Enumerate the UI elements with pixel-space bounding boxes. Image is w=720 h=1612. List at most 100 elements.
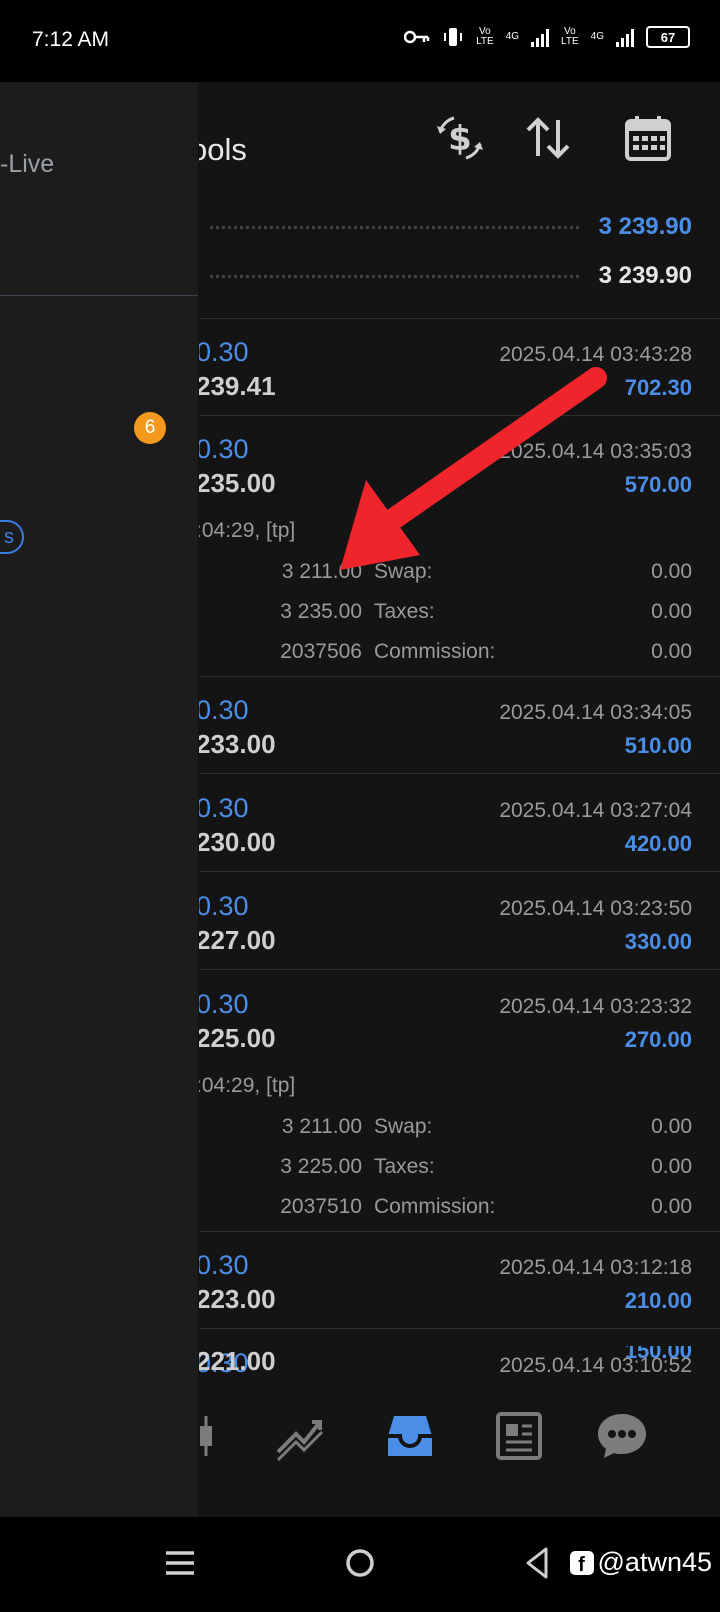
notification-badge: 6 (134, 412, 166, 444)
detail-row-swap: 3 211.00 Swap: 0.00 (196, 560, 692, 590)
deal-datetime: 2025.04.14 03:43:28 (499, 343, 692, 366)
home-icon[interactable] (338, 1541, 382, 1585)
signal-icon-2 (616, 27, 634, 47)
detail-row-taxes: 3 225.00 Taxes: 0.00 (196, 1155, 692, 1185)
deal-row-partial[interactable]: 221.00 150.00 (196, 1346, 692, 1380)
deal-datetime: 2025.04.14 03:35:03 (499, 440, 692, 463)
deal-volume: 0.30 (196, 989, 249, 1019)
swap-label: Swap: (374, 1115, 433, 1138)
divider (200, 871, 720, 872)
deal-profit: 510.00 (624, 733, 692, 758)
summary-row-2: 3 239.90 (200, 256, 692, 296)
deal-volume: 0.30 (196, 793, 249, 823)
recent-apps-icon[interactable] (158, 1541, 202, 1585)
taxes-label: Taxes: (374, 1155, 435, 1178)
divider (200, 676, 720, 677)
take-profit-value: 3 235.00 (280, 600, 362, 623)
status-icons: Vo LTE 4G Vo LTE 4G 67 (404, 26, 690, 48)
vpn-key-icon (404, 30, 430, 44)
deal-price: 225.00 (196, 1023, 276, 1053)
deal-profit: 570.00 (624, 472, 692, 497)
deal-price: 233.00 (196, 729, 276, 759)
deal-row[interactable]: 0.30 233.00 2025.04.14 03:34:05 510.00 (196, 695, 692, 775)
deal-row[interactable]: 0.30 223.00 2025.04.14 03:12:18 210.00 (196, 1250, 692, 1330)
divider (200, 1328, 720, 1329)
swap-label: Swap: (374, 560, 433, 583)
deal-datetime: 2025.04.14 03:34:05 (499, 701, 692, 724)
back-icon[interactable] (516, 1541, 560, 1585)
battery-icon: 67 (646, 26, 690, 48)
deal-profit: 330.00 (624, 929, 692, 954)
vibrate-icon (444, 28, 463, 46)
detail-row-commission: 2037506 Commission: 0.00 (196, 640, 692, 670)
deal-datetime: 2025.04.14 03:12:18 (499, 1256, 692, 1279)
deal-volume: 0.30 (196, 695, 249, 725)
deal-row-expanded[interactable]: 0.30 235.00 2025.04.14 03:35:03 570.00 :… (196, 434, 692, 674)
deal-id-value: 2037506 (280, 640, 362, 663)
stop-loss-value: 3 211.00 (281, 560, 362, 583)
account-name[interactable]: -Live (0, 150, 54, 179)
sort-icon[interactable] (522, 112, 574, 164)
commission-value: 0.00 (651, 640, 692, 663)
news-icon[interactable] (490, 1408, 546, 1464)
deal-volume: 0.30 (196, 1250, 249, 1280)
detail-row-swap: 3 211.00 Swap: 0.00 (196, 1115, 692, 1145)
volte-indicator-2: Vo LTE (561, 26, 579, 47)
deal-row[interactable]: 0.30 230.00 2025.04.14 03:27:04 420.00 (196, 793, 692, 873)
deal-datetime: 2025.04.14 03:23:32 (499, 995, 692, 1018)
stop-loss-value: 3 211.00 (281, 1115, 362, 1138)
take-profit-value: 3 225.00 (280, 1155, 362, 1178)
network-type: 4G (505, 31, 520, 42)
divider (200, 1231, 720, 1232)
divider (200, 318, 720, 319)
deal-price: 221.00 (196, 1346, 276, 1376)
summary-row-1: 3 239.90 (200, 207, 692, 247)
summary-value: 3 239.90 (598, 262, 692, 289)
detail-row-commission: 2037510 Commission: 0.00 (196, 1195, 692, 1225)
summary-value: 3 239.90 (598, 213, 692, 240)
swap-value: 0.00 (651, 560, 692, 583)
swap-value: 0.00 (651, 1115, 692, 1138)
deal-price: 227.00 (196, 925, 276, 955)
divider (200, 969, 720, 970)
deal-volume: 0.30 (196, 891, 249, 921)
currency-exchange-icon[interactable]: $ (434, 112, 486, 164)
deal-price: 223.00 (196, 1284, 276, 1314)
deal-close-info: :04:29, [tp] (196, 519, 296, 542)
drawer-pill-button[interactable]: s (0, 520, 24, 554)
deal-price: 230.00 (196, 827, 276, 857)
system-nav-bar: f @atwn45 (0, 1517, 720, 1612)
deal-id-value: 2037510 (280, 1195, 362, 1218)
watermark-text: @atwn45 (597, 1547, 712, 1577)
dot-leader (210, 274, 579, 278)
deal-profit: 210.00 (624, 1288, 692, 1313)
deal-row[interactable]: 0.30 239.41 2025.04.14 03:43:28 702.30 (196, 337, 692, 417)
dot-leader (210, 225, 579, 229)
deal-price: 239.41 (196, 371, 276, 401)
divider (200, 415, 720, 416)
commission-label: Commission: (374, 1195, 496, 1218)
volte-indicator: Vo LTE (476, 26, 494, 47)
status-time: 7:12 AM (32, 28, 110, 51)
deal-volume: 0.30 (196, 434, 249, 464)
deal-row-expanded[interactable]: 0.30 225.00 2025.04.14 03:23:32 270.00 :… (196, 989, 692, 1229)
deal-row[interactable]: 0.30 227.00 2025.04.14 03:23:50 330.00 (196, 891, 692, 971)
status-bar: 7:12 AM Vo LTE 4G Vo LTE 4G 67 (0, 0, 720, 82)
taxes-value: 0.00 (651, 600, 692, 623)
taxes-value: 0.00 (651, 1155, 692, 1178)
side-drawer[interactable]: -Live 6 s (0, 82, 199, 1517)
deal-volume: 0.30 (196, 337, 249, 367)
history-inbox-icon[interactable] (382, 1408, 438, 1464)
calendar-icon[interactable] (622, 112, 674, 164)
detail-row-taxes: 3 235.00 Taxes: 0.00 (196, 600, 692, 630)
deal-price: 235.00 (196, 468, 276, 498)
deal-profit: 702.30 (624, 375, 692, 400)
deal-profit: 270.00 (624, 1027, 692, 1052)
deal-profit: 150.00 (624, 1346, 692, 1363)
deal-profit: 420.00 (624, 831, 692, 856)
trade-chart-icon[interactable] (272, 1408, 328, 1464)
drawer-divider (0, 295, 198, 296)
chat-icon[interactable] (594, 1408, 650, 1464)
deal-datetime: 2025.04.14 03:27:04 (499, 799, 692, 822)
commission-label: Commission: (374, 640, 496, 663)
